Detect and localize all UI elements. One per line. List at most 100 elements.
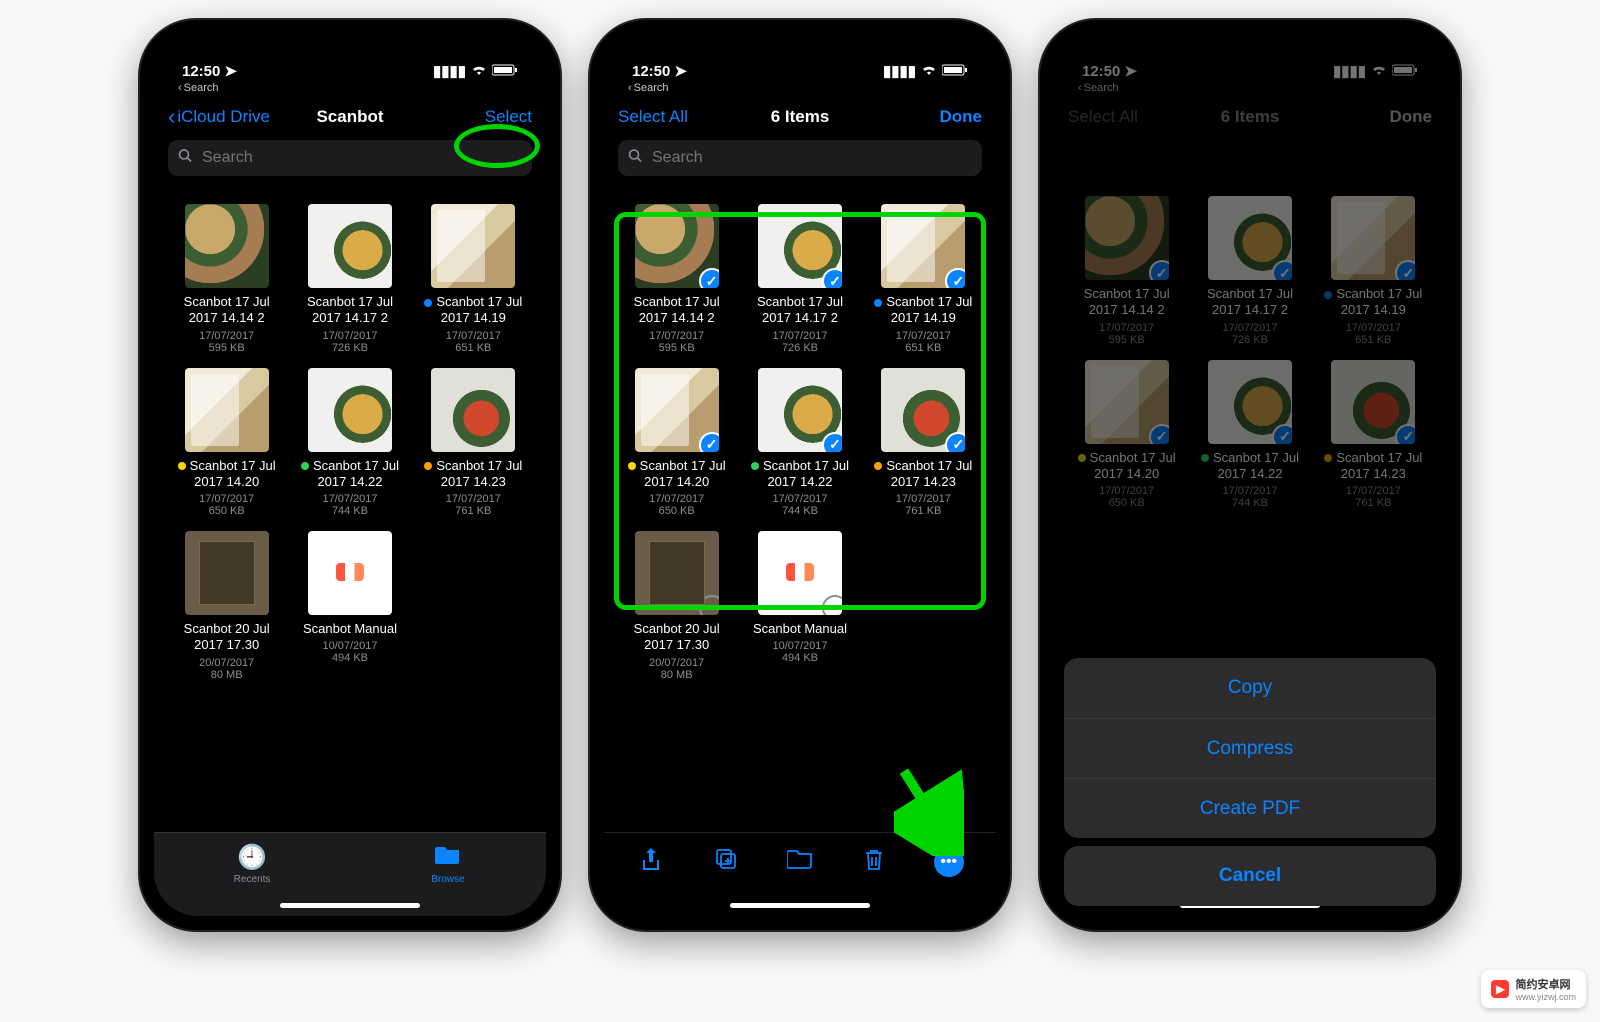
share-button[interactable] — [636, 847, 666, 879]
back-to-search[interactable]: ‹Search — [154, 82, 546, 94]
done-button[interactable]: Done — [940, 107, 983, 127]
delete-button[interactable] — [859, 847, 889, 879]
tag-dot-icon — [628, 462, 636, 470]
duplicate-button[interactable] — [711, 847, 741, 877]
file-size: 726 KB — [1191, 334, 1308, 346]
file-item[interactable]: Scanbot 17 Jul 2017 14.2017/07/2017650 K… — [168, 368, 285, 518]
action-create-pdf[interactable]: Create PDF — [1064, 778, 1436, 838]
home-indicator[interactable] — [730, 903, 870, 908]
move-button[interactable] — [785, 847, 815, 875]
file-date: 20/07/2017 — [168, 657, 285, 669]
file-item[interactable]: Scanbot 17 Jul 2017 14.17 2 17/07/2017726… — [1191, 196, 1308, 346]
file-name: Scanbot 17 Jul 2017 14.20 — [618, 458, 735, 491]
tag-dot-icon — [1324, 291, 1332, 299]
tag-dot-icon — [874, 462, 882, 470]
file-thumbnail — [758, 531, 842, 615]
file-date: 17/07/2017 — [1315, 485, 1432, 497]
file-thumbnail — [635, 531, 719, 615]
file-thumbnail — [431, 204, 515, 288]
file-item[interactable]: Scanbot 20 Jul 2017 17.3020/07/201780 MB — [618, 531, 735, 681]
file-date: 17/07/2017 — [1191, 322, 1308, 334]
watermark: ▶ 简约安卓网 www.yizwj.com — [1481, 970, 1586, 1008]
file-date: 17/07/2017 — [1191, 485, 1308, 497]
file-item[interactable]: Scanbot Manual10/07/2017494 KB — [291, 531, 408, 681]
action-copy[interactable]: Copy — [1064, 658, 1436, 718]
action-sheet: Copy Compress Create PDF Cancel — [1064, 658, 1436, 906]
tag-dot-icon — [178, 462, 186, 470]
nav-bar: ‹ iCloud Drive Scanbot Select — [154, 94, 546, 140]
tag-dot-icon — [424, 462, 432, 470]
file-item[interactable]: Scanbot 17 Jul 2017 14.2017/07/2017650 K… — [1068, 360, 1185, 510]
unselected-icon — [822, 595, 842, 615]
file-item[interactable]: Scanbot 17 Jul 2017 14.1917/07/2017651 K… — [415, 204, 532, 354]
tag-dot-icon — [874, 299, 882, 307]
back-button[interactable]: ‹ iCloud Drive — [168, 104, 270, 130]
file-item[interactable]: Scanbot 17 Jul 2017 14.2317/07/2017761 K… — [1315, 360, 1432, 510]
watermark-url: www.yizwj.com — [1515, 992, 1576, 1002]
file-item[interactable]: Scanbot 17 Jul 2017 14.2217/07/2017744 K… — [291, 368, 408, 518]
file-date: 17/07/2017 — [618, 330, 735, 342]
file-item[interactable]: Scanbot 17 Jul 2017 14.2217/07/2017744 K… — [741, 368, 858, 518]
file-item[interactable]: Scanbot 17 Jul 2017 14.2317/07/2017761 K… — [415, 368, 532, 518]
file-item[interactable]: Scanbot 20 Jul 2017 17.3020/07/201780 MB — [168, 531, 285, 681]
file-item[interactable]: Scanbot 17 Jul 2017 14.14 217/07/2017595… — [618, 204, 735, 354]
file-name: Scanbot 17 Jul 2017 14.17 2 — [1191, 286, 1308, 319]
action-cancel[interactable]: Cancel — [1064, 846, 1436, 906]
search-input[interactable] — [168, 140, 532, 176]
nav-bar: Select All 6 Items Done — [604, 94, 996, 140]
file-item[interactable]: Scanbot 17 Jul 2017 14.17 217/07/2017726… — [291, 204, 408, 354]
tag-dot-icon — [1324, 454, 1332, 462]
file-thumbnail — [185, 368, 269, 452]
file-item[interactable]: Scanbot 17 Jul 2017 14.17 217/07/2017726… — [741, 204, 858, 354]
file-date: 17/07/2017 — [415, 493, 532, 505]
file-name: Scanbot 17 Jul 2017 14.23 — [865, 458, 982, 491]
file-item[interactable]: Scanbot 17 Jul 2017 14.2217/07/2017744 K… — [1191, 360, 1308, 510]
file-thumbnail — [758, 368, 842, 452]
home-indicator[interactable] — [280, 903, 420, 908]
file-thumbnail — [635, 204, 719, 288]
file-name: Scanbot Manual — [741, 621, 858, 637]
file-thumbnail — [308, 531, 392, 615]
file-item[interactable]: Scanbot 17 Jul 2017 14.14 217/07/2017595… — [168, 204, 285, 354]
select-button[interactable]: Select — [485, 107, 532, 127]
file-thumbnail — [431, 368, 515, 452]
folder-icon — [350, 843, 546, 872]
file-item[interactable]: Scanbot 17 Jul 2017 14.2317/07/2017761 K… — [865, 368, 982, 518]
search-input[interactable] — [618, 140, 982, 176]
file-item[interactable]: Scanbot 17 Jul 2017 14.1917/07/2017651 K… — [865, 204, 982, 354]
watermark-title: 简约安卓网 — [1515, 976, 1576, 992]
more-button[interactable]: ••• — [934, 847, 964, 877]
tab-recents[interactable]: 🕘 Recents — [154, 843, 350, 885]
file-thumbnail — [635, 368, 719, 452]
file-size: 651 KB — [415, 342, 532, 354]
select-all-button[interactable]: Select All — [618, 107, 688, 127]
file-item[interactable]: Scanbot Manual10/07/2017494 KB — [741, 531, 858, 681]
file-thumbnail — [1331, 360, 1415, 444]
check-icon — [822, 432, 842, 452]
tab-browse[interactable]: Browse — [350, 843, 546, 885]
check-icon — [1272, 424, 1292, 444]
file-name: Scanbot 17 Jul 2017 14.14 2 — [1068, 286, 1185, 319]
done-button[interactable]: Done — [1390, 107, 1433, 127]
file-thumbnail — [308, 368, 392, 452]
back-to-search[interactable]: ‹Search — [604, 82, 996, 94]
wifi-icon — [471, 63, 487, 80]
signal-icon: ▮▮▮▮ — [1333, 62, 1366, 80]
file-size: 651 KB — [865, 342, 982, 354]
action-compress[interactable]: Compress — [1064, 718, 1436, 778]
check-icon — [945, 432, 965, 452]
clock-icon: 🕘 — [154, 843, 350, 872]
file-size: 80 MB — [618, 669, 735, 681]
file-name: Scanbot 17 Jul 2017 14.22 — [291, 458, 408, 491]
file-size: 761 KB — [865, 505, 982, 517]
select-all-button[interactable]: Select All — [1068, 107, 1138, 127]
check-icon — [1395, 260, 1415, 280]
location-icon: ➤ — [674, 62, 687, 80]
tag-dot-icon — [1078, 454, 1086, 462]
file-item[interactable]: Scanbot 17 Jul 2017 14.2017/07/2017650 K… — [618, 368, 735, 518]
phone-2: 12:50➤ ▮▮▮▮ ‹Search Select All 6 Items D… — [590, 20, 1010, 930]
file-name: Scanbot 17 Jul 2017 14.17 2 — [291, 294, 408, 327]
back-to-search[interactable]: ‹Search — [1054, 82, 1446, 94]
file-item[interactable]: Scanbot 17 Jul 2017 14.1917/07/2017651 K… — [1315, 196, 1432, 346]
file-item[interactable]: Scanbot 17 Jul 2017 14.14 217/07/2017595… — [1068, 196, 1185, 346]
